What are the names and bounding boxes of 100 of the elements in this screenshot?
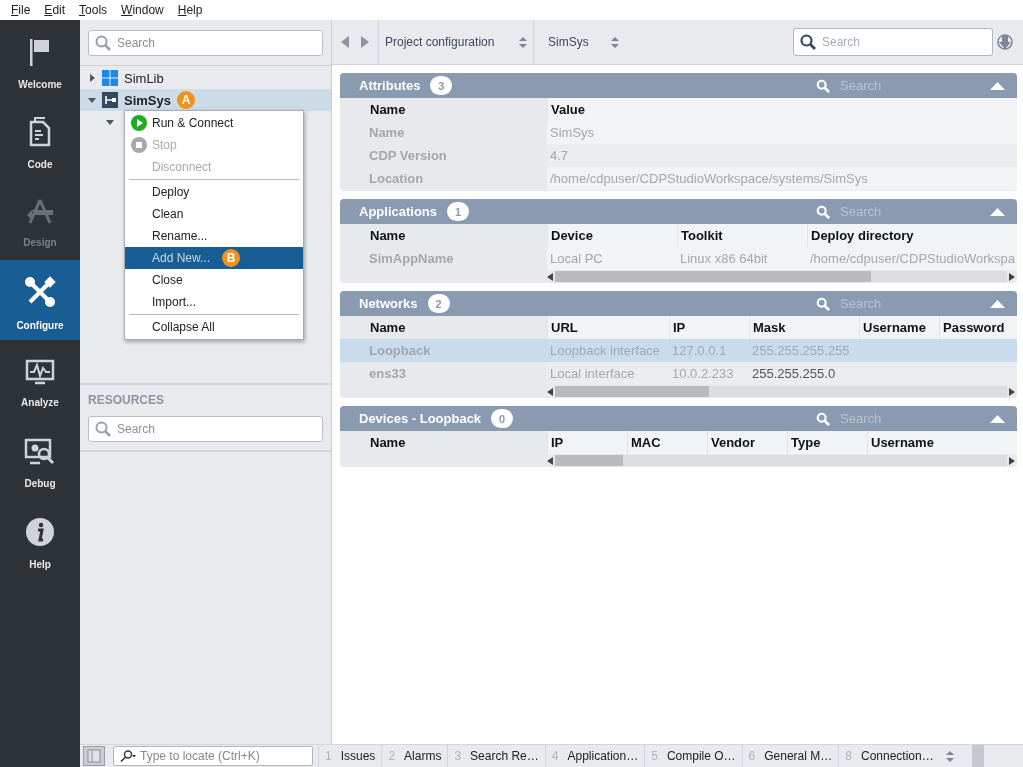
mode-button[interactable]: Debug bbox=[0, 420, 80, 500]
search-field[interactable]: Search bbox=[88, 29, 323, 56]
menu-item[interactable]: Edit bbox=[44, 3, 66, 17]
table-cell: SimSys bbox=[547, 121, 1017, 144]
collapse-arrow-icon[interactable] bbox=[990, 207, 1005, 216]
back-arrow-icon[interactable] bbox=[341, 36, 349, 48]
mode-button[interactable]: Code bbox=[0, 100, 80, 180]
menu-item[interactable]: Rename... bbox=[125, 225, 303, 247]
mode-button[interactable]: Help bbox=[0, 500, 80, 580]
annotation-marker: A bbox=[177, 91, 195, 109]
table-cell-text: SimAppName bbox=[368, 250, 455, 268]
column-header[interactable]: Username bbox=[867, 431, 1017, 454]
breadcrumb-dropdown[interactable]: SimSys bbox=[533, 19, 619, 65]
mode-button[interactable]: Configure bbox=[0, 260, 80, 340]
column-header[interactable]: Deploy directory bbox=[807, 224, 1017, 247]
play-icon bbox=[131, 115, 147, 131]
table-cell-text: Name bbox=[368, 124, 406, 142]
column-header[interactable]: MAC bbox=[627, 431, 707, 454]
table-cell: Local PC bbox=[547, 247, 677, 270]
up-down-icon bbox=[610, 36, 619, 48]
column-header[interactable]: IP bbox=[547, 431, 627, 454]
column-header[interactable]: Toolkit bbox=[677, 224, 807, 247]
mode-button[interactable]: Analyze bbox=[0, 340, 80, 420]
section-title: RESOURCES bbox=[88, 393, 165, 407]
tools-icon bbox=[24, 275, 56, 308]
horizontal-scrollbar[interactable] bbox=[547, 270, 1017, 283]
output-pane-tab[interactable]: 5 Compile O… bbox=[644, 745, 742, 767]
column-header[interactable]: Device bbox=[547, 224, 677, 247]
table-cell: Linux x86 64bit bbox=[677, 247, 807, 270]
table-cell-text: ens33 bbox=[368, 365, 407, 383]
column-header[interactable]: Vendor bbox=[707, 431, 787, 454]
tree-item[interactable]: SimLib bbox=[80, 67, 331, 89]
locate-field[interactable]: Type to locate (Ctrl+K) bbox=[113, 746, 313, 766]
section-title: Devices - Loopback bbox=[359, 411, 482, 426]
ruler-pen-icon bbox=[25, 198, 55, 225]
search-field[interactable]: Search bbox=[88, 416, 323, 442]
section-title: Applications bbox=[359, 204, 437, 219]
expand-arrow-icon bbox=[88, 74, 96, 82]
tree-item[interactable]: SimSys A bbox=[80, 89, 331, 111]
menu-item[interactable]: Deploy bbox=[125, 181, 303, 203]
info-icon bbox=[25, 516, 55, 547]
up-down-icon[interactable] bbox=[945, 750, 954, 762]
horizontal-scrollbar[interactable] bbox=[547, 454, 1017, 467]
output-pane-tab[interactable]: 8 Connection… bbox=[838, 745, 940, 767]
column-header[interactable]: URL bbox=[547, 316, 669, 339]
mode-button[interactable]: Welcome bbox=[0, 20, 80, 100]
menu-item[interactable]: File bbox=[11, 3, 31, 17]
collapse-arrow-icon[interactable] bbox=[990, 81, 1005, 90]
column-header[interactable]: IP bbox=[669, 316, 749, 339]
document-icon bbox=[29, 116, 51, 147]
menu-item[interactable]: Help bbox=[177, 3, 203, 17]
output-pane-tab[interactable]: 4 Application… bbox=[544, 745, 645, 767]
expand-arrow-icon bbox=[88, 96, 96, 104]
scroll-right-arrow-icon[interactable] bbox=[1009, 456, 1015, 465]
scroll-right-arrow-icon[interactable] bbox=[1009, 387, 1015, 396]
sidebar-toggle-icon[interactable] bbox=[83, 746, 105, 766]
column-header[interactable]: Username bbox=[859, 316, 939, 339]
download-icon[interactable] bbox=[997, 33, 1013, 51]
scroll-left-arrow-icon[interactable] bbox=[547, 272, 553, 281]
stop-icon bbox=[131, 137, 147, 153]
search-icon bbox=[800, 34, 816, 50]
scroll-left-arrow-icon[interactable] bbox=[547, 456, 553, 465]
menu-item[interactable]: Import... bbox=[125, 291, 303, 313]
menu-item[interactable]: Close bbox=[125, 269, 303, 291]
table-cell: /home/cdpuser/CDPStudioWorkspa bbox=[807, 247, 1017, 270]
collapse-arrow-icon[interactable] bbox=[990, 414, 1005, 423]
menu-item[interactable]: Tools bbox=[79, 3, 108, 17]
column-header[interactable]: Password bbox=[939, 316, 1017, 339]
scroll-left-arrow-icon[interactable] bbox=[547, 387, 553, 396]
search-icon bbox=[816, 411, 830, 426]
breadcrumb-dropdown[interactable]: Project configuration bbox=[378, 19, 533, 65]
count-badge: 1 bbox=[447, 202, 469, 221]
up-down-icon bbox=[519, 36, 527, 48]
count-badge: 0 bbox=[491, 409, 514, 428]
section-title: Attributes bbox=[359, 78, 421, 93]
menu-item[interactable]: Run & Connect bbox=[125, 112, 303, 134]
table-cell-text: CDP Version bbox=[368, 147, 448, 165]
search-icon bbox=[816, 78, 830, 93]
column-header[interactable]: Type bbox=[787, 431, 867, 454]
menu-item[interactable]: Add New... B bbox=[125, 247, 303, 269]
scroll-right-arrow-icon[interactable] bbox=[1009, 272, 1015, 281]
annotation-marker: B bbox=[222, 249, 241, 267]
forward-arrow-icon[interactable] bbox=[361, 36, 369, 48]
table-cell-text: Location bbox=[368, 170, 425, 188]
menu-item[interactable]: Window bbox=[121, 3, 164, 17]
search-icon bbox=[95, 34, 111, 51]
output-pane-tab[interactable]: 2 Alarms bbox=[381, 745, 448, 767]
section-title: Networks bbox=[359, 296, 418, 311]
monitor-magnifier-icon bbox=[24, 437, 56, 466]
column-header[interactable]: Value bbox=[547, 98, 1017, 121]
search-field[interactable]: Search bbox=[793, 28, 993, 56]
output-pane-tab[interactable]: 3 Search Re… bbox=[447, 745, 545, 767]
search-icon bbox=[120, 750, 136, 762]
output-pane-tab[interactable]: 1 Issues bbox=[318, 745, 382, 767]
column-header[interactable]: Mask bbox=[749, 316, 859, 339]
horizontal-scrollbar[interactable] bbox=[547, 385, 1017, 398]
menu-item[interactable]: Collapse All bbox=[125, 316, 303, 338]
count-badge: 3 bbox=[430, 76, 453, 95]
collapse-arrow-icon[interactable] bbox=[990, 299, 1005, 308]
menu-item[interactable]: Clean bbox=[125, 203, 303, 225]
